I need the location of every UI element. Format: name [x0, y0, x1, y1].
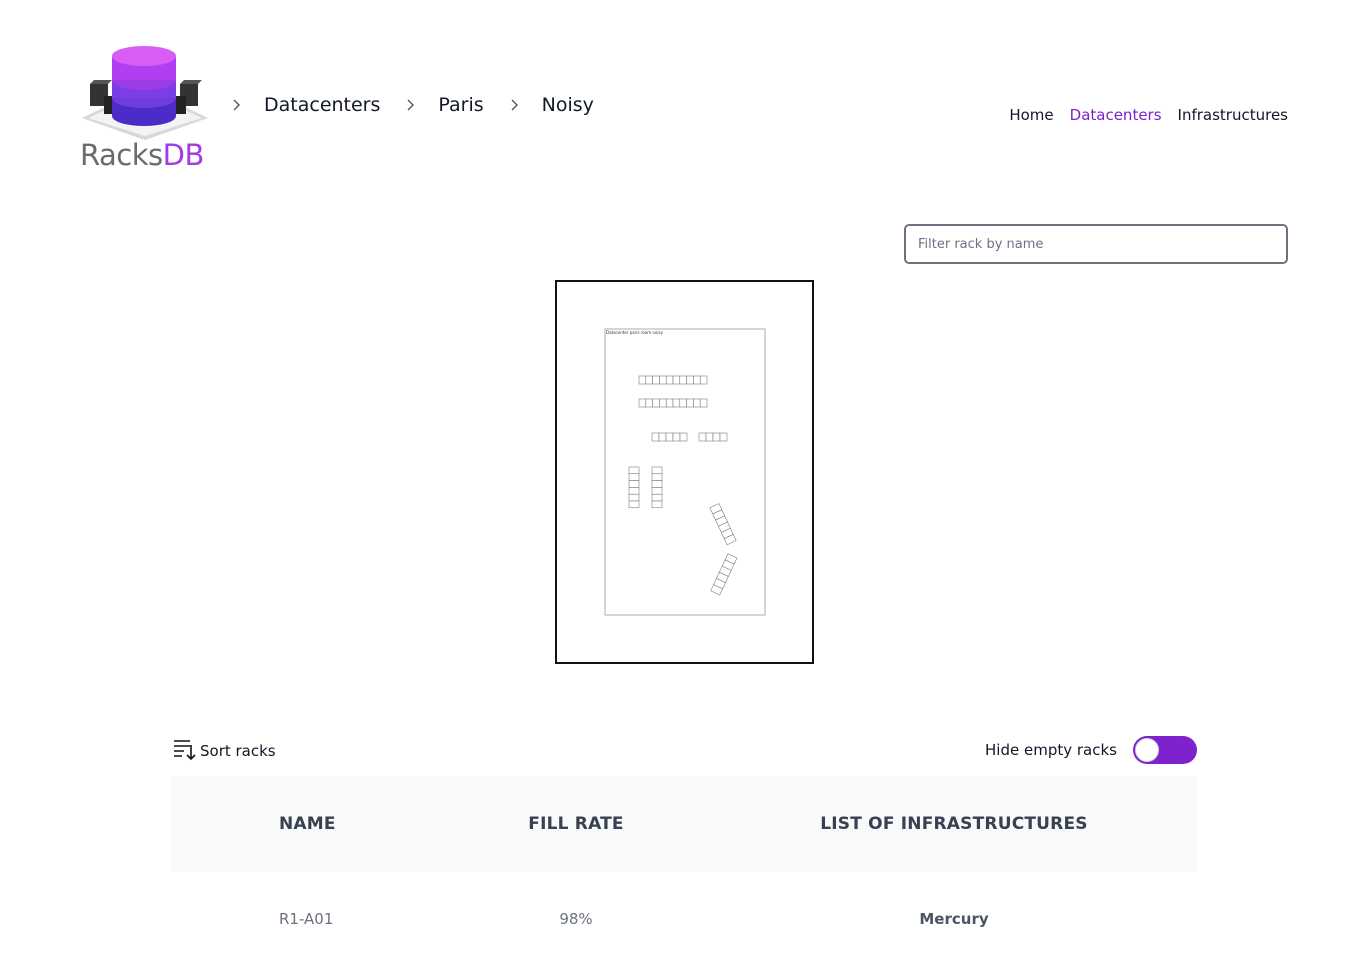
header-name[interactable]: Name	[171, 776, 441, 872]
rack-cell	[693, 398, 701, 408]
rack-cell	[651, 500, 663, 509]
racks-table: Name Fill rate List of infrastructures R…	[171, 776, 1197, 960]
rack-row	[638, 398, 708, 408]
hide-empty-toggle[interactable]	[1133, 736, 1197, 764]
rack-cell	[672, 398, 681, 408]
rack-cell	[651, 493, 663, 502]
rack-row	[628, 466, 640, 509]
rack-cell	[628, 500, 640, 509]
rack-cell	[659, 375, 667, 385]
hide-empty-control: Hide empty racks	[985, 736, 1197, 764]
rack-name[interactable]: R1-A01	[171, 872, 441, 960]
rack-cell	[679, 375, 687, 385]
rack-row	[698, 432, 728, 442]
chevron-right-icon	[506, 97, 522, 113]
chevron-right-icon	[402, 97, 418, 113]
rack-cell	[645, 375, 653, 385]
room-map-drawing: Datacenter paris room noisy	[604, 328, 766, 616]
rack-cell	[651, 487, 663, 495]
rack-cell	[638, 398, 647, 408]
rack-cell	[665, 398, 674, 408]
logo-wordmark: RacksDB	[80, 138, 204, 172]
breadcrumb-noisy: Noisy	[541, 94, 594, 116]
rack-row	[651, 466, 663, 509]
rack-cell	[628, 466, 640, 475]
table-header-row: Name Fill rate List of infrastructures	[171, 776, 1197, 872]
map-caption: Datacenter paris room noisy	[606, 330, 664, 335]
rack-cell	[698, 432, 707, 442]
rack-filter-input[interactable]	[904, 224, 1288, 264]
rack-cell	[651, 432, 660, 442]
rack-fill-rate: 98%	[559, 910, 593, 928]
rack-cell	[628, 493, 640, 502]
rack-cell	[679, 398, 687, 408]
room-map[interactable]: Datacenter paris room noisy	[555, 280, 814, 664]
rack-cell	[699, 398, 708, 408]
sort-racks-button[interactable]: Sort racks	[172, 736, 276, 766]
rack-cell	[699, 375, 708, 385]
hide-empty-label: Hide empty racks	[985, 741, 1117, 759]
header-fill-rate[interactable]: Fill rate	[441, 776, 711, 872]
rack-row	[651, 432, 688, 442]
rack-cell	[651, 466, 663, 475]
rack-cell	[712, 432, 721, 442]
rack-cell	[679, 432, 688, 442]
rack-cell	[645, 398, 653, 408]
rack-infrastructure[interactable]: Mercury	[711, 872, 1197, 960]
rack-cell	[672, 375, 681, 385]
chevron-right-icon	[228, 97, 244, 113]
rack-cell	[686, 398, 694, 408]
logo-text-db: DB	[162, 138, 205, 172]
rack-cell	[651, 480, 663, 488]
rack-cell	[628, 480, 640, 488]
nav-home[interactable]: Home	[1009, 106, 1053, 124]
nav-datacenters[interactable]: Datacenters	[1070, 106, 1162, 124]
rack-cell	[628, 487, 640, 495]
sort-racks-label: Sort racks	[200, 742, 276, 760]
rack-cell	[672, 432, 681, 442]
rack-cell	[665, 432, 674, 442]
table-row[interactable]: R1-A01 98% Mercury	[171, 872, 1197, 960]
breadcrumb-datacenters[interactable]: Datacenters	[264, 94, 380, 116]
rack-cell	[665, 375, 674, 385]
rack-cell	[638, 375, 647, 385]
rack-cell	[719, 432, 728, 442]
rack-cell	[652, 375, 660, 385]
top-nav: Home Datacenters Infrastructures	[1009, 106, 1288, 124]
rack-cell	[651, 473, 663, 481]
toggle-knob	[1135, 738, 1159, 762]
breadcrumb-paris[interactable]: Paris	[438, 94, 483, 116]
breadcrumb: Datacenters Paris Noisy	[228, 90, 616, 120]
rack-cell	[659, 398, 667, 408]
rack-cell	[705, 432, 714, 442]
rack-row	[638, 375, 708, 385]
header-infrastructures[interactable]: List of infrastructures	[711, 776, 1197, 872]
rack-cell	[686, 375, 694, 385]
rack-cell	[652, 398, 660, 408]
rack-cell	[658, 432, 667, 442]
logo-text-racks: Racks	[80, 138, 163, 172]
nav-infrastructures[interactable]: Infrastructures	[1178, 106, 1288, 124]
rack-cell	[628, 473, 640, 481]
sort-icon	[172, 736, 198, 766]
rack-cell	[693, 375, 701, 385]
